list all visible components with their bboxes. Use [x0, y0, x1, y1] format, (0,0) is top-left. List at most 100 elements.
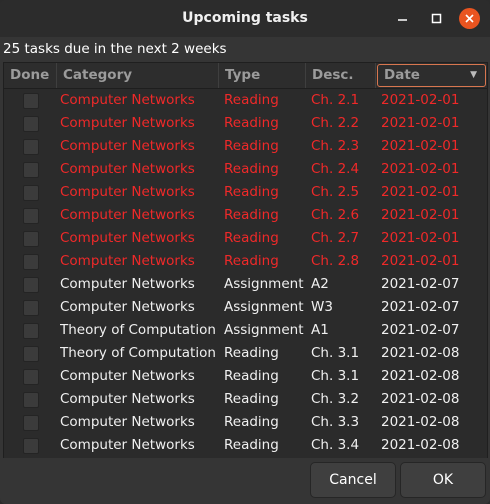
cell-type: Reading: [224, 115, 279, 131]
column-header-desc[interactable]: Desc.: [306, 63, 376, 88]
cell-type: Assignment: [224, 322, 304, 338]
ok-button[interactable]: OK: [400, 462, 486, 498]
cell-desc: Ch. 2.3: [311, 138, 360, 154]
column-header-date[interactable]: Date ▼: [377, 64, 486, 87]
done-checkbox[interactable]: [23, 185, 39, 201]
cell-category: Computer Networks: [60, 437, 195, 453]
cell-desc: W3: [311, 299, 333, 315]
table-row[interactable]: Computer Networks Reading Ch. 3.3 2021-02-0…: [4, 411, 487, 434]
cell-desc: Ch. 2.7: [311, 230, 360, 246]
cell-date: 2021-02-01: [381, 207, 460, 223]
table-row[interactable]: Computer Networks Reading Ch. 2.5 2021-02-0…: [4, 181, 487, 204]
close-button[interactable]: [459, 8, 480, 29]
cell-desc: Ch. 2.4: [311, 161, 360, 177]
maximize-button[interactable]: [426, 8, 447, 29]
done-checkbox[interactable]: [23, 162, 39, 178]
done-checkbox[interactable]: [23, 323, 39, 339]
table-row[interactable]: Computer Networks Assignment W3 2021-02-07: [4, 296, 487, 319]
cell-desc: Ch. 3.1: [311, 368, 360, 384]
table-row[interactable]: Computer Networks Reading Ch. 2.6 2021-02-0…: [4, 204, 487, 227]
cell-category: Computer Networks: [60, 368, 195, 384]
cell-category: Computer Networks: [60, 161, 195, 177]
cell-type: Reading: [224, 253, 279, 269]
done-checkbox[interactable]: [23, 208, 39, 224]
cell-desc: A2: [311, 276, 329, 292]
table-row[interactable]: Computer Networks Reading Ch. 2.3 2021-02-0…: [4, 135, 487, 158]
cell-category: Computer Networks: [60, 230, 195, 246]
table-row[interactable]: Computer Networks Reading Ch. 2.4 2021-02-0…: [4, 158, 487, 181]
cell-desc: Ch. 3.1: [311, 345, 360, 361]
table-header: Done Category Type Desc. Date ▼: [4, 63, 487, 89]
done-checkbox[interactable]: [23, 438, 39, 454]
cell-category: Computer Networks: [60, 207, 195, 223]
done-checkbox[interactable]: [23, 254, 39, 270]
cell-desc: Ch. 2.1: [311, 92, 360, 108]
cancel-button[interactable]: Cancel: [310, 462, 396, 498]
done-checkbox[interactable]: [23, 415, 39, 431]
done-checkbox[interactable]: [23, 231, 39, 247]
cell-date: 2021-02-01: [381, 138, 460, 154]
table-row[interactable]: Computer Networks Reading Ch. 2.7 2021-02-0…: [4, 227, 487, 250]
cell-date: 2021-02-08: [381, 368, 460, 384]
cell-type: Reading: [224, 230, 279, 246]
close-icon: [465, 14, 474, 23]
done-checkbox[interactable]: [23, 139, 39, 155]
upcoming-tasks-dialog: Upcoming tasks 25 tasks due in the next …: [0, 0, 490, 504]
cell-date: 2021-02-08: [381, 414, 460, 430]
sort-descending-icon: ▼: [470, 70, 477, 80]
table-body: Computer Networks Reading Ch. 2.1 2021-02-0…: [4, 89, 487, 457]
cell-category: Computer Networks: [60, 253, 195, 269]
table-row[interactable]: Computer Networks Reading Ch. 3.4 2021-02-0…: [4, 434, 487, 457]
cell-date: 2021-02-07: [381, 299, 460, 315]
table-row[interactable]: Computer Networks Reading Ch. 2.2 2021-02-0…: [4, 112, 487, 135]
cell-date: 2021-02-01: [381, 230, 460, 246]
cell-date: 2021-02-08: [381, 391, 460, 407]
table-row[interactable]: Computer Networks Assignment A2 2021-02-07: [4, 273, 487, 296]
done-checkbox[interactable]: [23, 300, 39, 316]
cell-type: Reading: [224, 368, 279, 384]
table-row[interactable]: Computer Networks Reading Ch. 2.8 2021-02-0…: [4, 250, 487, 273]
cell-category: Computer Networks: [60, 414, 195, 430]
cell-category: Computer Networks: [60, 115, 195, 131]
cell-date: 2021-02-08: [381, 437, 460, 453]
minimize-button[interactable]: [392, 8, 413, 29]
table-row[interactable]: Computer Networks Reading Ch. 2.1 2021-02-0…: [4, 89, 487, 112]
cell-desc: Ch. 3.3: [311, 414, 360, 430]
column-header-done[interactable]: Done: [4, 63, 57, 88]
done-checkbox[interactable]: [23, 93, 39, 109]
done-checkbox[interactable]: [23, 116, 39, 132]
table-row[interactable]: Computer Networks Reading Ch. 3.2 2021-02-0…: [4, 388, 487, 411]
cell-type: Reading: [224, 207, 279, 223]
table-row[interactable]: Computer Networks Reading Ch. 3.1 2021-02-0…: [4, 365, 487, 388]
cell-type: Reading: [224, 345, 279, 361]
cell-type: Reading: [224, 92, 279, 108]
task-summary: 25 tasks due in the next 2 weeks: [3, 41, 227, 57]
cell-desc: Ch. 2.8: [311, 253, 360, 269]
cell-desc: Ch. 3.4: [311, 437, 360, 453]
cell-type: Reading: [224, 184, 279, 200]
tasks-table: Done Category Type Desc. Date ▼ Computer…: [3, 62, 488, 460]
cell-date: 2021-02-07: [381, 322, 460, 338]
cell-desc: Ch. 2.6: [311, 207, 360, 223]
dialog-footer: Cancel OK: [0, 458, 490, 504]
done-checkbox[interactable]: [23, 346, 39, 362]
done-checkbox[interactable]: [23, 392, 39, 408]
minimize-icon: [398, 19, 407, 21]
cell-type: Reading: [224, 161, 279, 177]
done-checkbox[interactable]: [23, 277, 39, 293]
maximize-icon: [431, 13, 442, 24]
cell-date: 2021-02-01: [381, 184, 460, 200]
cell-type: Assignment: [224, 276, 304, 292]
cell-category: Computer Networks: [60, 391, 195, 407]
column-header-category[interactable]: Category: [57, 63, 219, 88]
cell-category: Computer Networks: [60, 92, 195, 108]
cell-category: Computer Networks: [60, 276, 195, 292]
column-header-date-label: Date: [384, 67, 420, 83]
column-header-type[interactable]: Type: [219, 63, 306, 88]
table-row[interactable]: Theory of Computation Assignment A1 2021-02…: [4, 319, 487, 342]
cell-desc: A1: [311, 322, 329, 338]
cell-type: Reading: [224, 414, 279, 430]
cell-type: Reading: [224, 437, 279, 453]
done-checkbox[interactable]: [23, 369, 39, 385]
table-row[interactable]: Theory of Computation Reading Ch. 3.1 2021-…: [4, 342, 487, 365]
